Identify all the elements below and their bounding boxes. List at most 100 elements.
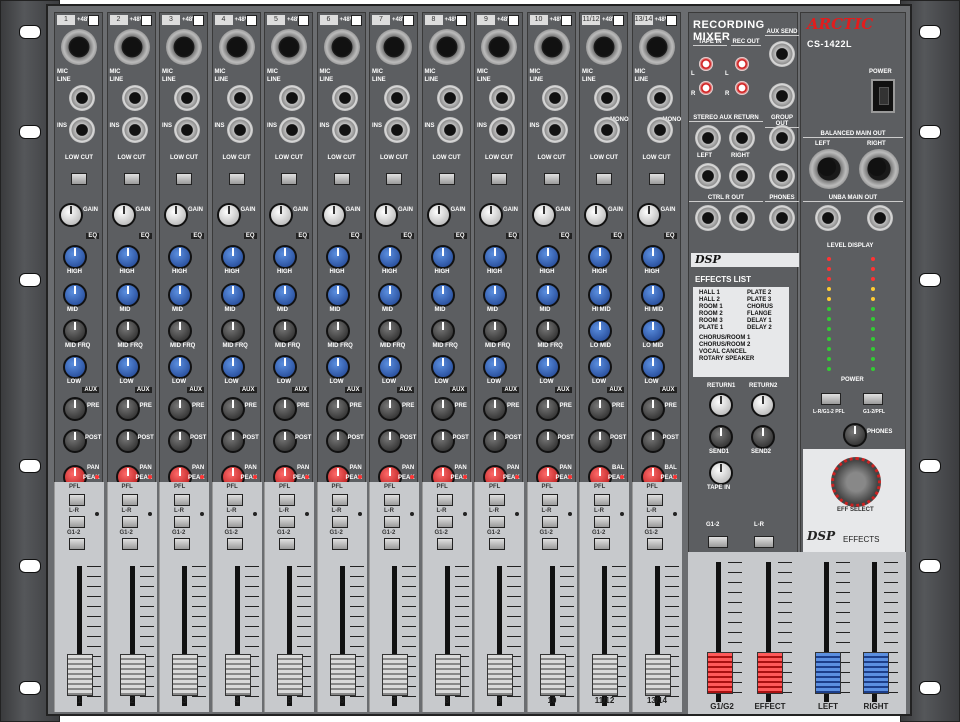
aux-post-knob[interactable] bbox=[430, 429, 455, 453]
eff-select-knob[interactable] bbox=[831, 457, 881, 507]
lr-button[interactable] bbox=[541, 516, 558, 528]
send1-knob[interactable] bbox=[709, 425, 733, 449]
lowcut-button[interactable] bbox=[386, 173, 402, 185]
main-out-left-xlr[interactable] bbox=[809, 149, 849, 189]
aux-pre-knob[interactable] bbox=[168, 397, 192, 421]
g12-button[interactable] bbox=[69, 538, 85, 550]
line-input-jack[interactable] bbox=[279, 85, 305, 111]
lr-button[interactable] bbox=[646, 516, 663, 528]
lr-button[interactable] bbox=[436, 516, 453, 528]
phantom-switch[interactable] bbox=[245, 15, 257, 26]
high-eq-knob[interactable] bbox=[220, 245, 245, 269]
insert-jack[interactable] bbox=[489, 117, 515, 143]
aux-post-knob[interactable] bbox=[115, 429, 140, 453]
mic-input-xlr[interactable] bbox=[586, 29, 622, 65]
channel-fader[interactable] bbox=[434, 654, 461, 696]
aux-post-knob[interactable] bbox=[640, 429, 665, 453]
midfrq-knob[interactable] bbox=[535, 319, 560, 343]
insert-jack[interactable] bbox=[384, 117, 410, 143]
channel-fader[interactable] bbox=[172, 654, 198, 696]
pfl-button[interactable] bbox=[541, 494, 558, 506]
g12-button[interactable] bbox=[436, 538, 453, 550]
channel-fader[interactable] bbox=[539, 654, 566, 696]
g12-button[interactable] bbox=[646, 538, 663, 550]
main-out-right-xlr[interactable] bbox=[859, 149, 899, 189]
high-eq-knob[interactable] bbox=[430, 245, 455, 269]
channel-fader[interactable] bbox=[644, 654, 671, 696]
gain-knob[interactable] bbox=[59, 203, 83, 227]
gain-knob[interactable] bbox=[531, 203, 556, 227]
pfl-button[interactable] bbox=[646, 494, 663, 506]
return1-knob[interactable] bbox=[709, 393, 733, 417]
g12-button[interactable] bbox=[384, 538, 400, 550]
mid-eq-knob[interactable] bbox=[640, 283, 665, 307]
effect-fader[interactable] bbox=[757, 652, 783, 694]
high-eq-knob[interactable] bbox=[325, 245, 350, 269]
midfrq-knob[interactable] bbox=[325, 319, 350, 343]
mid-eq-knob[interactable] bbox=[483, 283, 507, 307]
midfrq-knob[interactable] bbox=[430, 319, 455, 343]
lowcut-button[interactable] bbox=[438, 173, 455, 185]
line-input-jack[interactable] bbox=[594, 85, 620, 111]
mic-input-xlr[interactable] bbox=[638, 29, 675, 65]
midfrq-knob[interactable] bbox=[63, 319, 87, 343]
pfl-button[interactable] bbox=[279, 494, 295, 506]
right-fader[interactable] bbox=[863, 652, 889, 694]
line-input-jack[interactable] bbox=[121, 85, 148, 111]
aux-pre-knob[interactable] bbox=[273, 397, 297, 421]
mid-eq-knob[interactable] bbox=[378, 283, 402, 307]
g12-button[interactable] bbox=[541, 538, 558, 550]
low-eq-knob[interactable] bbox=[378, 355, 402, 379]
send2-knob[interactable] bbox=[751, 425, 775, 449]
lowcut-button[interactable] bbox=[123, 173, 140, 185]
pfl-button[interactable] bbox=[594, 494, 610, 506]
pfl-button[interactable] bbox=[384, 494, 400, 506]
phantom-switch[interactable] bbox=[193, 15, 204, 26]
mic-input-xlr[interactable] bbox=[166, 29, 202, 65]
lowcut-button[interactable] bbox=[71, 173, 87, 185]
phantom-switch[interactable] bbox=[403, 15, 414, 26]
phantom-switch[interactable] bbox=[140, 15, 152, 26]
low-eq-knob[interactable] bbox=[168, 355, 192, 379]
high-eq-knob[interactable] bbox=[483, 245, 507, 269]
aux-pre-knob[interactable] bbox=[430, 397, 455, 421]
mic-input-xlr[interactable] bbox=[481, 29, 517, 65]
mid-eq-knob[interactable] bbox=[273, 283, 297, 307]
g12-button[interactable] bbox=[331, 538, 348, 550]
line-input-jack[interactable] bbox=[69, 85, 95, 111]
gain-knob[interactable] bbox=[164, 203, 188, 227]
aux-return-right-1[interactable] bbox=[729, 125, 755, 151]
lowcut-button[interactable] bbox=[228, 173, 245, 185]
aux-post-knob[interactable] bbox=[483, 429, 507, 453]
mid-eq-knob[interactable] bbox=[588, 283, 612, 307]
aux-pre-knob[interactable] bbox=[115, 397, 140, 421]
high-eq-knob[interactable] bbox=[168, 245, 192, 269]
midfrq-knob[interactable] bbox=[378, 319, 402, 343]
low-eq-knob[interactable] bbox=[640, 355, 665, 379]
group-out-2-jack[interactable] bbox=[769, 163, 795, 189]
low-eq-knob[interactable] bbox=[220, 355, 245, 379]
aux-send-2-jack[interactable] bbox=[769, 83, 795, 109]
channel-fader[interactable] bbox=[329, 654, 356, 696]
phantom-switch[interactable] bbox=[455, 15, 467, 26]
channel-fader[interactable] bbox=[382, 654, 408, 696]
pfl-button[interactable] bbox=[331, 494, 348, 506]
lr-button[interactable] bbox=[489, 516, 505, 528]
g12-button[interactable] bbox=[121, 538, 138, 550]
gain-knob[interactable] bbox=[111, 203, 136, 227]
aux-pre-knob[interactable] bbox=[378, 397, 402, 421]
lowcut-button[interactable] bbox=[176, 173, 192, 185]
rec-out-jack-l[interactable] bbox=[735, 57, 749, 71]
phones-knob[interactable] bbox=[843, 423, 867, 447]
gain-knob[interactable] bbox=[374, 203, 398, 227]
g12-button[interactable] bbox=[279, 538, 295, 550]
gain-knob[interactable] bbox=[216, 203, 241, 227]
gain-knob[interactable] bbox=[426, 203, 451, 227]
channel-fader[interactable] bbox=[487, 654, 513, 696]
mic-input-xlr[interactable] bbox=[533, 29, 570, 65]
high-eq-knob[interactable] bbox=[535, 245, 560, 269]
left-fader[interactable] bbox=[815, 652, 841, 694]
gain-knob[interactable] bbox=[636, 203, 661, 227]
pfl-button[interactable] bbox=[489, 494, 505, 506]
midfrq-knob[interactable] bbox=[483, 319, 507, 343]
